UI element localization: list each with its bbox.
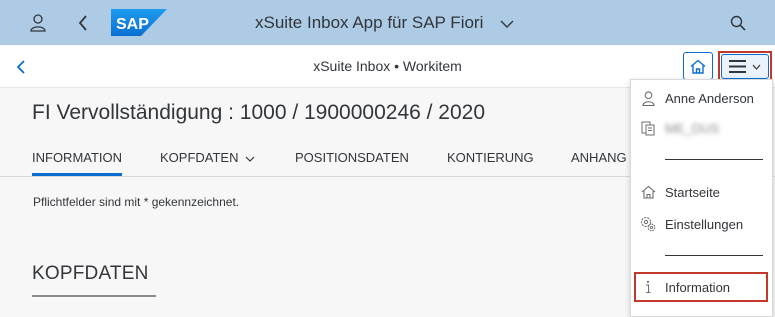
- user-name-item[interactable]: Anne Anderson: [631, 83, 772, 113]
- menu-separator: [665, 159, 763, 160]
- hamburger-menu-icon: [729, 60, 746, 73]
- section-underline: [32, 295, 156, 297]
- chevron-down-icon: [752, 64, 761, 70]
- menu-item-label: Startseite: [665, 184, 720, 200]
- menu-item-startseite[interactable]: Startseite: [631, 177, 772, 207]
- menu-item-einstellungen[interactable]: Einstellungen: [631, 209, 772, 239]
- home-button[interactable]: [683, 52, 713, 80]
- settings-icon: [631, 216, 665, 232]
- user-id-item: ME_DUS: [631, 113, 772, 143]
- app-title[interactable]: xSuite Inbox App für SAP Fiori: [255, 0, 483, 45]
- menu-item-label: Einstellungen: [665, 216, 744, 232]
- user-icon[interactable]: [24, 0, 52, 45]
- tab-label: KONTIERUNG: [447, 150, 534, 165]
- page-title: FI Vervollständigung : 1000 / 1900000246…: [32, 101, 486, 124]
- tab-kontierung[interactable]: KONTIERUNG: [447, 146, 534, 176]
- menu-item-information[interactable]: Information: [631, 272, 772, 302]
- chevron-down-icon: [245, 156, 254, 162]
- user-menu-button[interactable]: [718, 51, 772, 82]
- tab-label: KOPFDATEN: [160, 150, 239, 165]
- sap-logo[interactable]: SAP: [111, 9, 167, 36]
- menu-separator: [665, 255, 763, 256]
- tab-information[interactable]: INFORMATION: [32, 146, 123, 176]
- chevron-down-icon[interactable]: [500, 14, 514, 37]
- tab-label: ANHANG: [571, 150, 627, 165]
- shell-bar: SAP xSuite Inbox App für SAP Fiori: [0, 0, 775, 45]
- search-icon[interactable]: [724, 0, 752, 45]
- home-icon: [631, 185, 665, 199]
- user-menu-dropdown: Anne Anderson ME_DUS Startseite Einstell…: [630, 79, 773, 317]
- person-icon: [631, 90, 665, 106]
- tab-positionsdaten[interactable]: POSITIONSDATEN: [295, 146, 409, 176]
- user-id: ME_DUS: [665, 120, 720, 136]
- home-icon: [690, 59, 706, 74]
- section-title: KOPFDATEN: [32, 263, 149, 284]
- id-card-icon: [631, 121, 665, 136]
- tab-kopfdaten[interactable]: KOPFDATEN: [160, 146, 255, 176]
- tab-label: INFORMATION: [32, 150, 123, 165]
- required-fields-note: Pflichtfelder sind mit * gekennzeichnet.: [33, 195, 240, 209]
- tab-anhang[interactable]: ANHANG: [571, 146, 627, 176]
- back-icon[interactable]: [70, 0, 96, 45]
- menu-item-label: Information: [665, 279, 731, 295]
- sap-logo-text: SAP: [116, 16, 149, 33]
- user-name: Anne Anderson: [665, 90, 754, 106]
- info-icon: [631, 280, 665, 294]
- tab-label: POSITIONSDATEN: [295, 150, 409, 165]
